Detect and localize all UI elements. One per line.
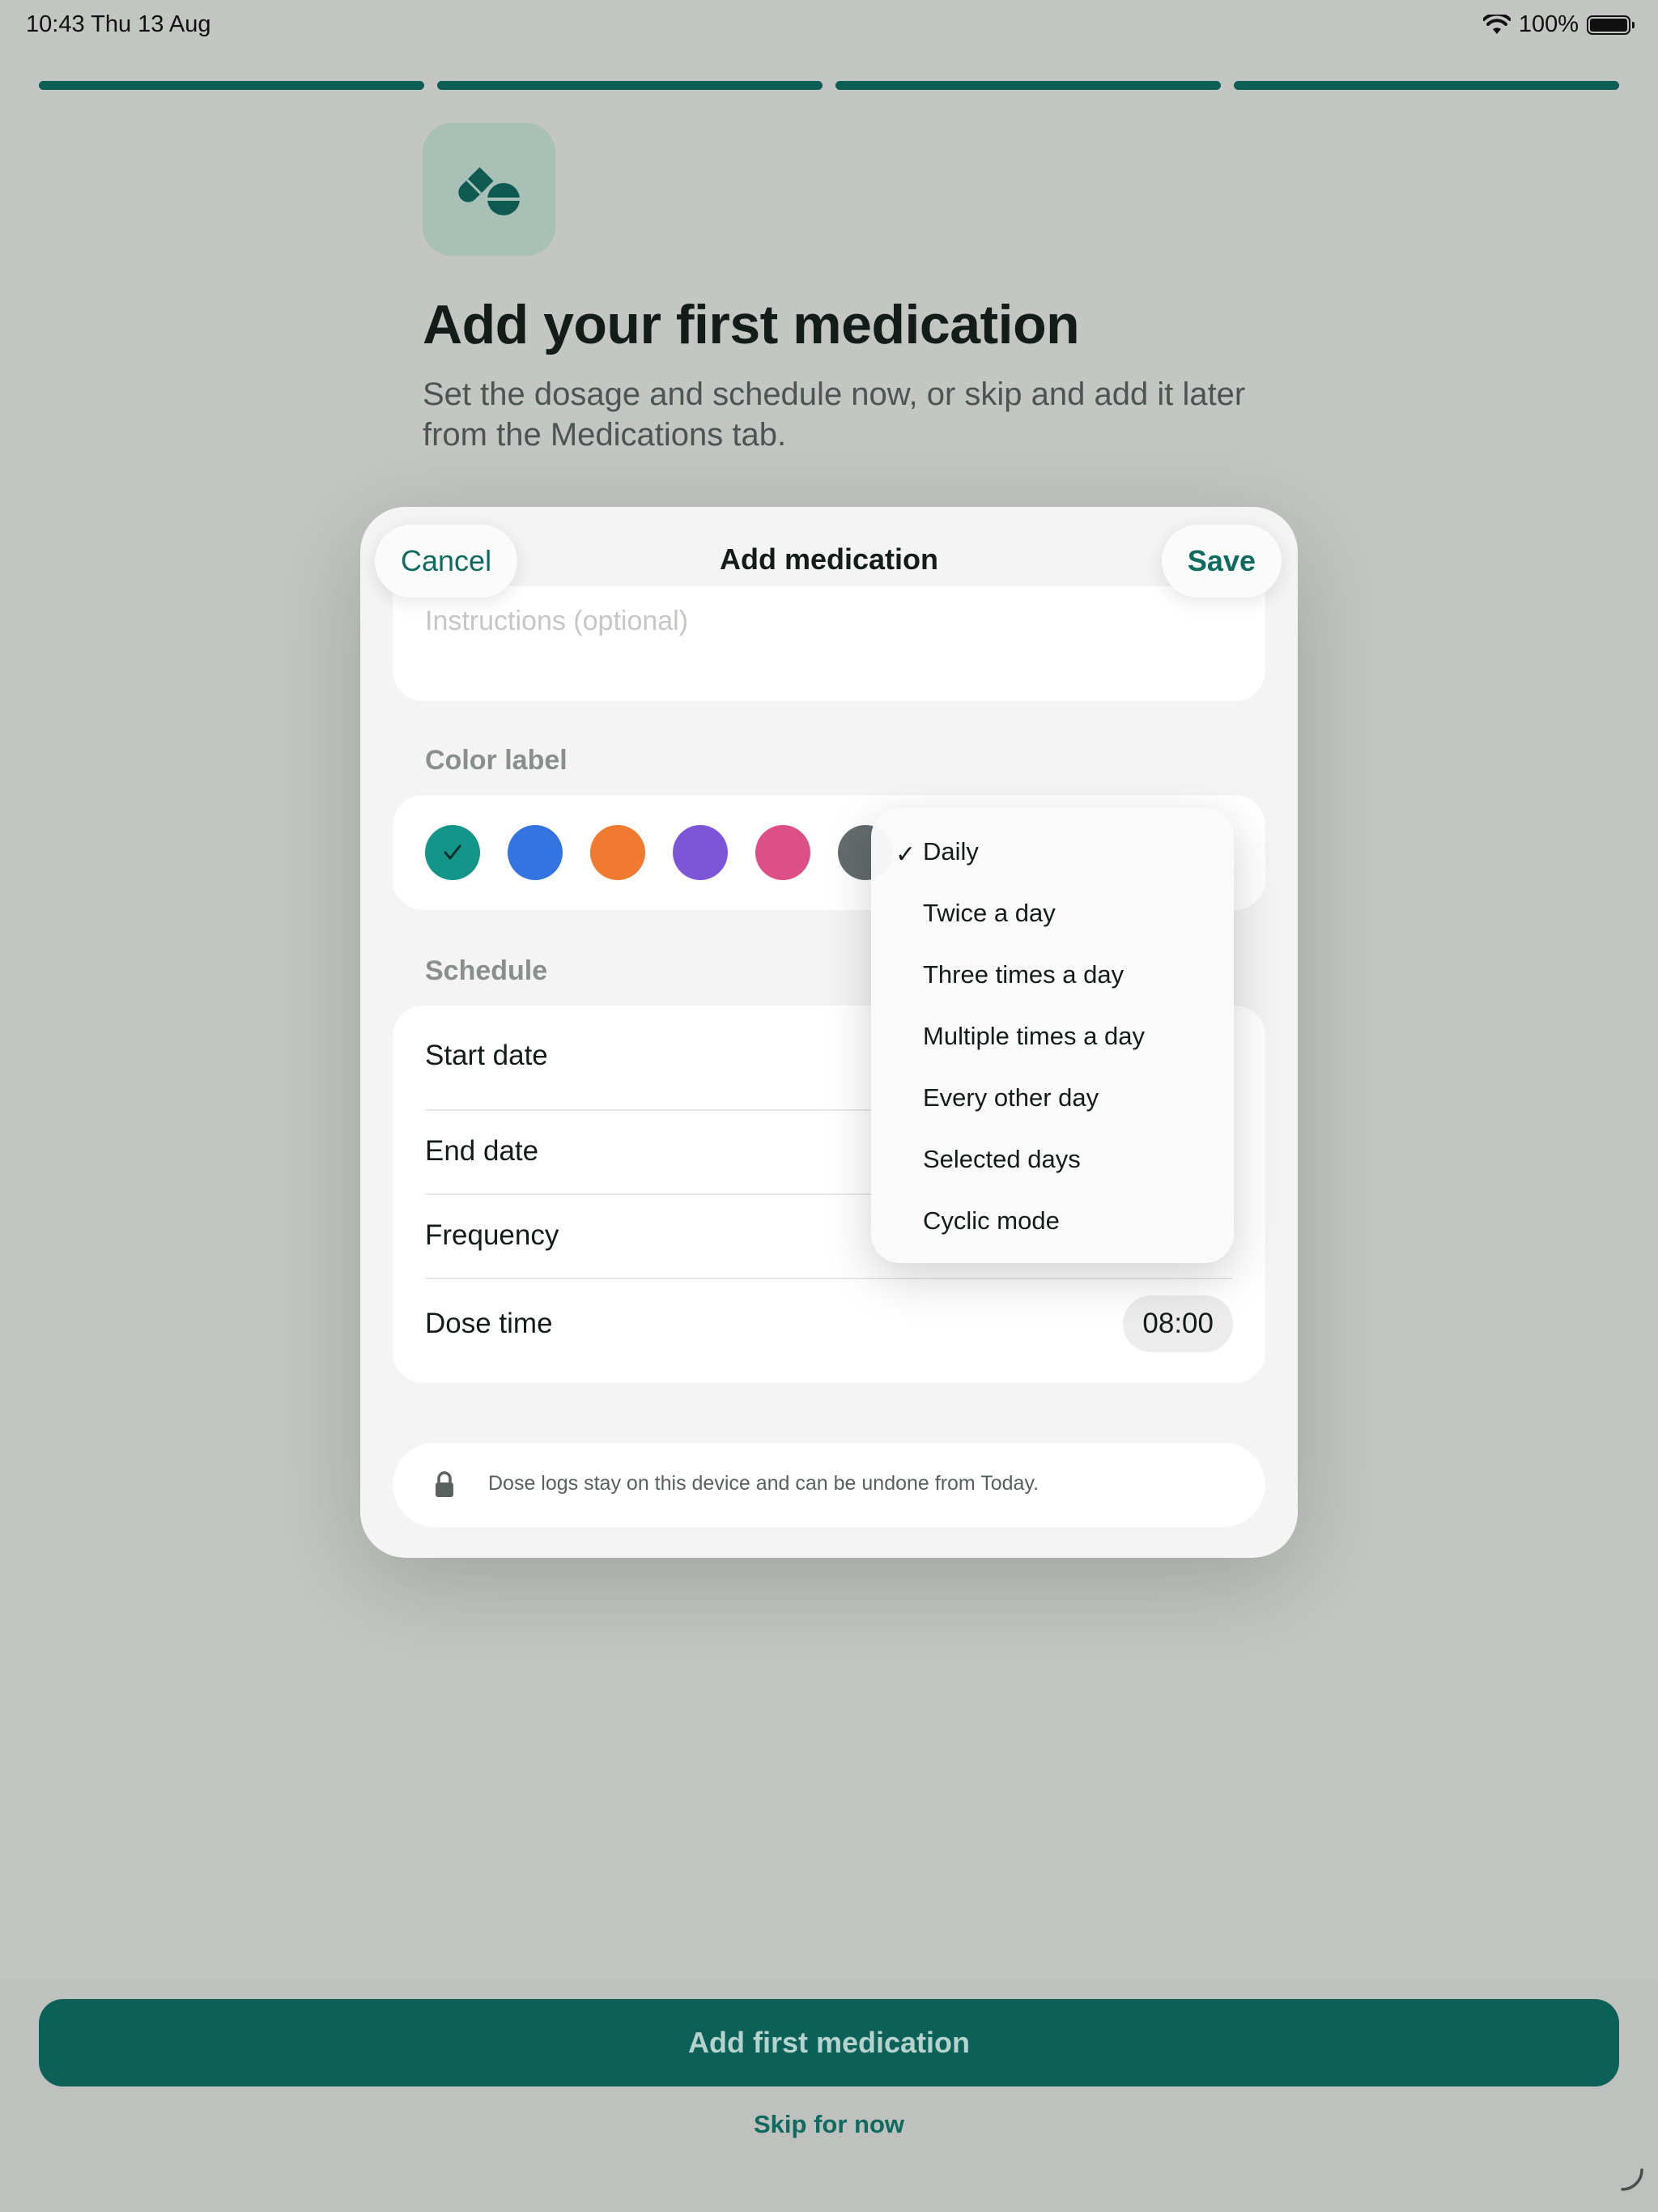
lock-icon [436,1471,453,1497]
end-date-label: End date [425,1135,539,1167]
menu-item-every-other-day[interactable]: Every other day [923,1083,1099,1112]
page-subtitle: Set the dosage and schedule now, or skip… [423,376,1246,453]
onboarding-progress [39,81,1619,90]
checkmark-icon [444,844,461,860]
progress-step [1234,81,1619,90]
battery-icon [1587,15,1635,35]
status-time: 10:43 Thu 13 Aug [26,11,211,37]
color-swatch-orange[interactable] [590,825,645,880]
menu-item-twice-a-day[interactable]: Twice a day [923,899,1056,928]
save-button[interactable]: Save [1161,525,1282,598]
dose-time-label: Dose time [425,1308,553,1339]
battery-percent: 100% [1518,11,1579,37]
privacy-note-text: Dose logs stay on this device and can be… [488,1472,1039,1495]
color-swatch-pink[interactable] [755,825,810,880]
skip-for-now-link[interactable]: Skip for now [0,2110,1658,2139]
frequency-label: Frequency [425,1219,559,1251]
pills-icon [458,167,520,215]
menu-item-selected-days[interactable]: Selected days [923,1145,1081,1174]
color-swatch-purple[interactable] [673,825,728,880]
row-divider [425,1278,1233,1279]
resize-handle-icon[interactable] [1619,2167,1643,2191]
menu-item-cyclic-mode[interactable]: Cyclic mode [923,1206,1060,1236]
status-indicators: 100% [1482,11,1635,38]
page-title: Add your first medication [423,294,1080,355]
menu-item-multiple-times-a-day[interactable]: Multiple times a day [923,1022,1145,1051]
dose-time-picker[interactable]: 08:00 [1123,1295,1233,1352]
dose-time-row: Dose time 08:00 [425,1295,1233,1352]
instructions-card [393,586,1265,701]
cancel-button[interactable]: Cancel [375,525,518,598]
progress-step [835,81,1221,90]
instructions-input[interactable] [425,606,1235,637]
pills-app-icon [423,123,555,256]
menu-item-daily[interactable]: Daily [923,837,979,866]
color-swatch-blue[interactable] [508,825,563,880]
progress-step [437,81,823,90]
frequency-menu: ✓ Daily Twice a day Three times a day Mu… [871,808,1234,1263]
menu-item-three-times-a-day[interactable]: Three times a day [923,960,1124,989]
color-swatch-teal[interactable] [425,825,480,880]
checkmark-icon: ✓ [895,841,916,868]
progress-step [39,81,424,90]
start-date-label: Start date [425,1040,548,1071]
privacy-note-card: Dose logs stay on this device and can be… [393,1443,1265,1527]
color-label-heading: Color label [425,745,568,776]
add-first-medication-button[interactable]: Add first medication [39,1999,1619,2087]
schedule-heading: Schedule [425,955,548,986]
wifi-icon [1482,14,1511,34]
